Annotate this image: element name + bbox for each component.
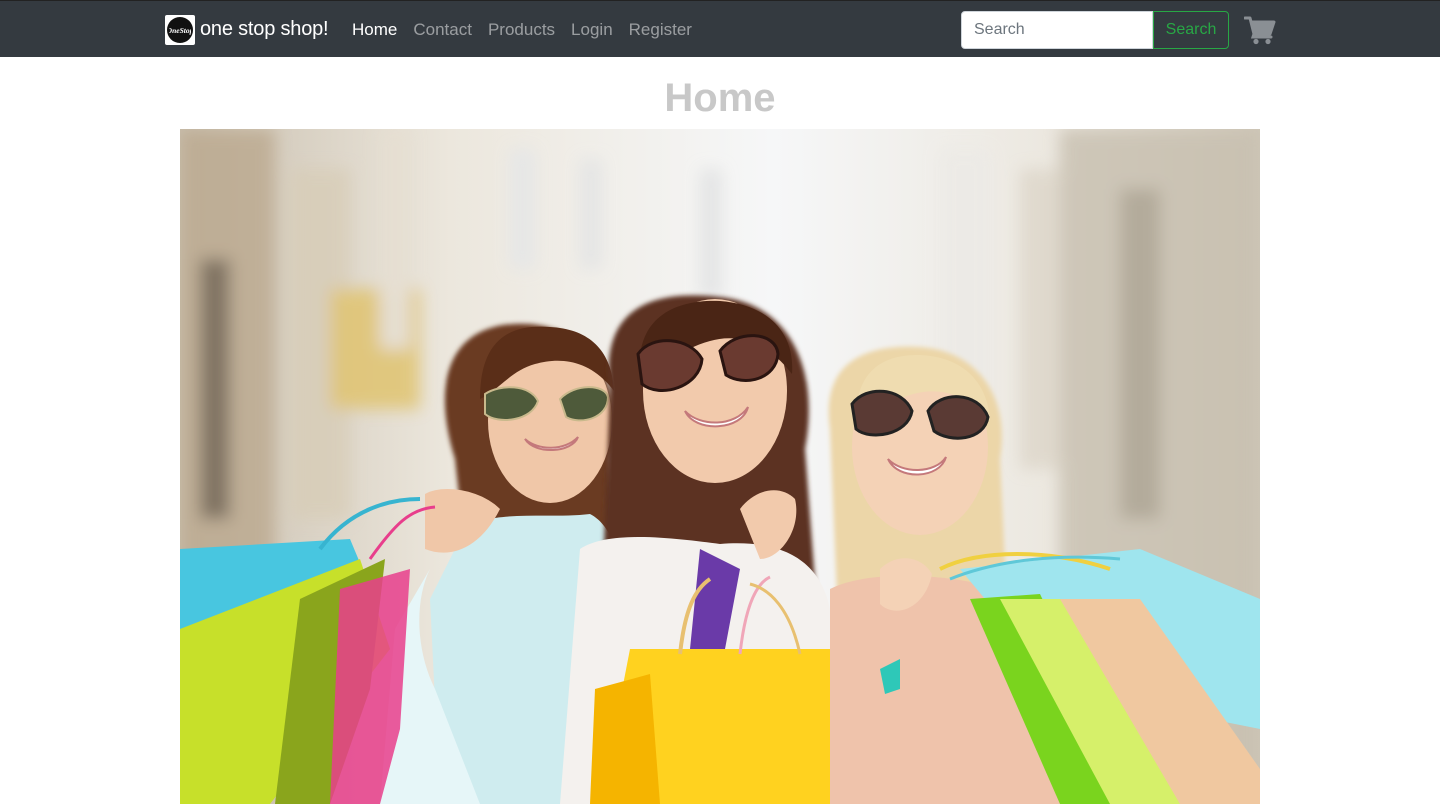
hero-shopping-photo bbox=[180, 129, 1260, 804]
search-input[interactable] bbox=[961, 11, 1153, 49]
brand-link[interactable]: OneStop one stop shop! bbox=[165, 14, 329, 45]
page-title: Home bbox=[664, 76, 776, 120]
nav-link-register[interactable]: Register bbox=[629, 19, 692, 41]
navbar: OneStop one stop shop! Home Contact Prod… bbox=[0, 0, 1440, 57]
svg-text:OneStop: OneStop bbox=[169, 26, 191, 35]
nav-links: Home Contact Products Login Register bbox=[352, 19, 708, 41]
nav-link-home[interactable]: Home bbox=[352, 19, 397, 41]
nav-link-contact[interactable]: Contact bbox=[413, 19, 472, 41]
search-button[interactable]: Search bbox=[1153, 11, 1229, 49]
nav-link-products[interactable]: Products bbox=[488, 19, 555, 41]
shopping-cart-icon[interactable] bbox=[1243, 15, 1276, 45]
search-form: Search bbox=[961, 11, 1229, 49]
nav-link-login[interactable]: Login bbox=[571, 19, 613, 41]
brand-name: one stop shop! bbox=[200, 18, 329, 40]
brand-logo: OneStop bbox=[165, 14, 195, 45]
